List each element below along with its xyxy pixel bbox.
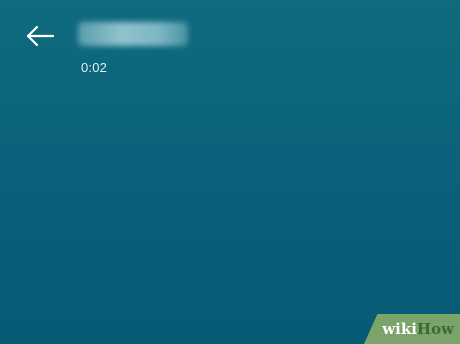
watermark-logo: wikiHow: [382, 320, 454, 338]
back-button[interactable]: [22, 22, 58, 50]
wikihow-watermark: wikiHow: [364, 314, 460, 344]
call-timer: 0:02: [81, 60, 108, 75]
call-screen: 0:02 wikiHow: [0, 0, 460, 344]
watermark-how-text: How: [416, 320, 454, 338]
caller-name-blurred: [78, 22, 188, 46]
arrow-left-icon: [25, 25, 55, 47]
watermark-wiki-text: wiki: [382, 320, 417, 338]
